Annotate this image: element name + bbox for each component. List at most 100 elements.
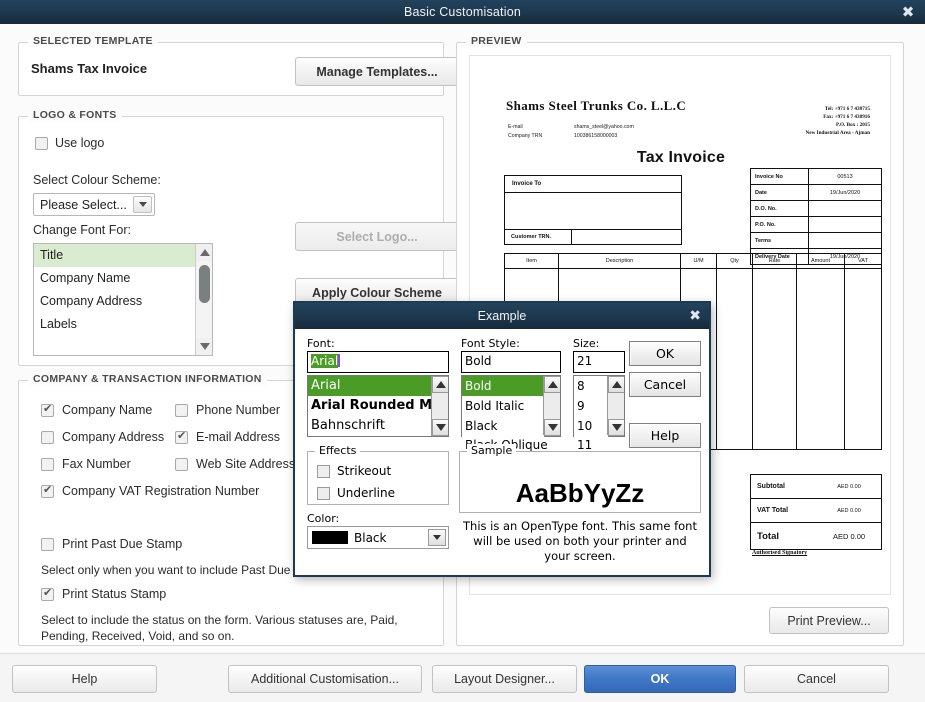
scrollbar[interactable] — [543, 376, 560, 436]
total-key: Total — [757, 530, 779, 542]
color-value: Black — [354, 530, 387, 545]
strikeout-label: Strikeout — [337, 464, 392, 478]
ok-button[interactable]: OK — [584, 665, 736, 693]
scroll-down-icon[interactable] — [432, 419, 448, 436]
checkbox-box — [41, 586, 54, 601]
scrollbar[interactable] — [431, 376, 448, 436]
scrollbar-thumb[interactable] — [199, 265, 210, 303]
checkbox-box — [317, 464, 330, 478]
checkbox-label: Print Past Due Stamp — [62, 537, 183, 551]
list-item[interactable]: Title — [34, 244, 212, 267]
font-style-input[interactable]: Bold — [461, 351, 561, 373]
checkbox-print-past-due-stamp[interactable]: Print Past Due Stamp — [41, 537, 182, 551]
select-logo-button[interactable]: Select Logo... — [295, 222, 459, 251]
document-company-name: Shams Steel Trunks Co. L.L.C — [506, 98, 687, 113]
scroll-up-icon[interactable] — [196, 244, 212, 261]
checkbox-company-name[interactable]: Company Name — [41, 402, 152, 417]
checkbox-company-address[interactable]: Company Address — [41, 430, 164, 444]
scroll-down-icon[interactable] — [196, 338, 212, 355]
checkbox-box — [41, 457, 54, 471]
colour-scheme-label: Select Colour Scheme: — [33, 173, 161, 187]
checkbox-box — [175, 457, 188, 471]
scrollbar[interactable] — [195, 244, 212, 355]
font-style-value: Bold — [465, 354, 492, 368]
font-type-note: This is an OpenType font. This same font… — [463, 519, 697, 563]
checkbox-box — [41, 430, 54, 444]
column-header: Qty — [717, 254, 753, 268]
font-for-list[interactable]: Title Company Name Company Address Label… — [33, 243, 213, 356]
cell — [753, 269, 797, 449]
window-titlebar: Basic Customisation ✖ — [0, 0, 925, 24]
template-name: Shams Tax Invoice — [31, 61, 148, 76]
font-style-list[interactable]: Bold Bold Italic Black — [461, 375, 561, 437]
colour-scheme-value: Please Select... — [40, 197, 127, 212]
use-logo-label: Use logo — [55, 136, 105, 150]
checkbox-box — [41, 402, 54, 417]
total-key: Subtotal — [757, 483, 785, 490]
print-preview-button[interactable]: Print Preview... — [769, 607, 889, 634]
list-item[interactable]: Company Address — [34, 290, 212, 313]
scroll-up-icon[interactable] — [544, 376, 560, 393]
scrollbar[interactable] — [607, 376, 624, 436]
list-item[interactable]: Arial — [308, 376, 448, 396]
font-list[interactable]: Arial Arial Rounded MT Bahnschrift — [307, 375, 449, 437]
list-item[interactable]: Labels — [34, 313, 212, 336]
scroll-up-icon[interactable] — [432, 376, 448, 393]
scroll-down-icon[interactable] — [608, 419, 624, 436]
document-contact-line: P.O. Box : 2015 — [836, 122, 870, 128]
font-style-label: Font Style: — [461, 337, 520, 350]
scroll-up-icon[interactable] — [608, 376, 624, 393]
additional-customisation-button[interactable]: Additional Customisation... — [228, 665, 422, 693]
invoice-to-label: Invoice To — [505, 176, 681, 193]
customer-trn-label: Customer TRN. — [511, 234, 552, 240]
size-list[interactable]: 8 9 10 — [573, 375, 625, 437]
checkbox-print-status-stamp[interactable]: Print Status Stamp — [41, 586, 166, 601]
document-title: Tax Invoice — [636, 149, 726, 166]
header-key: P.O. No. — [751, 217, 809, 232]
colour-scheme-select[interactable]: Please Select... — [33, 193, 155, 216]
font-input[interactable]: Arial — [307, 351, 449, 373]
font-ok-button[interactable]: OK — [629, 341, 701, 366]
close-icon[interactable]: ✖ — [899, 3, 917, 21]
checkbox-box — [41, 537, 54, 551]
checkbox-fax-number[interactable]: Fax Number — [41, 457, 131, 471]
invoice-to-box: Invoice To Customer TRN. — [504, 175, 682, 245]
sample-text: AaBbYyZz — [515, 478, 645, 508]
checkbox-label: Fax Number — [62, 457, 131, 471]
list-item[interactable]: Bahnschrift — [308, 416, 448, 436]
column-header: VAT — [858, 258, 868, 264]
underline-checkbox[interactable]: Underline — [317, 486, 395, 500]
list-item[interactable]: Arial Rounded MT — [308, 396, 448, 416]
list-item[interactable]: Company Name — [34, 267, 212, 290]
close-icon[interactable]: ✖ — [689, 307, 701, 324]
table-row: Total AED 0.00 — [751, 523, 881, 549]
strikeout-checkbox[interactable]: Strikeout — [317, 464, 391, 478]
document-contact-line: Tel: +971 6 7 438715 — [824, 106, 870, 112]
color-select[interactable]: Black — [307, 526, 449, 549]
checkbox-vat-registration-number[interactable]: Company VAT Registration Number — [41, 483, 259, 498]
font-help-button[interactable]: Help — [629, 423, 701, 448]
checkbox-website-address[interactable]: Web Site Address — [175, 457, 295, 471]
help-button[interactable]: Help — [12, 665, 157, 693]
column-header: U/M — [681, 254, 717, 268]
table-row: VAT Total AED 0.00 — [751, 499, 881, 523]
basic-customisation-window: Basic Customisation ✖ SELECTED TEMPLATE … — [0, 0, 925, 702]
cancel-button[interactable]: Cancel — [744, 665, 889, 693]
layout-designer-button[interactable]: Layout Designer... — [432, 665, 577, 693]
checkbox-phone-number[interactable]: Phone Number — [175, 403, 280, 417]
document-trn-value: 100386158000003 — [574, 133, 618, 139]
font-cancel-button[interactable]: Cancel — [629, 372, 701, 397]
header-value — [809, 201, 881, 216]
scroll-down-icon[interactable] — [544, 419, 560, 436]
use-logo-checkbox[interactable]: Use logo — [35, 136, 104, 150]
divider — [571, 230, 572, 244]
checkbox-box — [175, 403, 188, 417]
invoice-header-table: Invoice No 00513 Date 19/Jun/2020 D.O. N… — [750, 168, 882, 265]
checkbox-box — [41, 483, 54, 498]
manage-templates-button[interactable]: Manage Templates... — [295, 57, 459, 86]
checkbox-email-address[interactable]: E-mail Address — [175, 429, 280, 444]
text-caret — [338, 354, 341, 367]
font-label: Font: — [307, 337, 335, 350]
column-header: Item — [505, 254, 559, 268]
size-input[interactable]: 21 — [573, 351, 625, 373]
